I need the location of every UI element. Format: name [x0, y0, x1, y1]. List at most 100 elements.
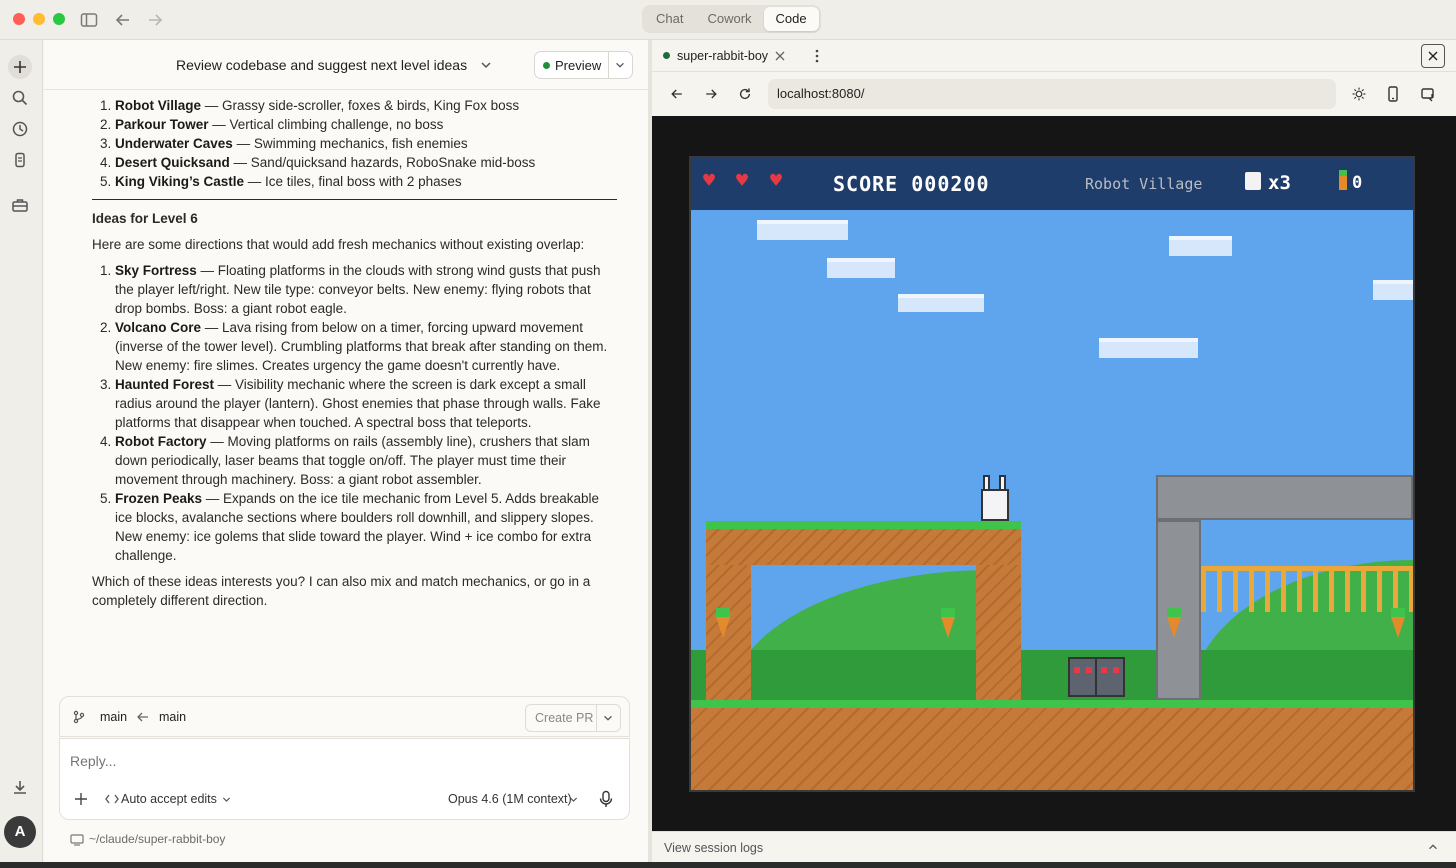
- search-icon[interactable]: [10, 88, 30, 108]
- preview-label: Preview: [555, 58, 602, 73]
- bridge-railing: [1201, 566, 1413, 612]
- cloud: [827, 258, 895, 278]
- mobile-view-icon[interactable]: [1386, 86, 1400, 102]
- level-name: Robot Village: [1085, 175, 1203, 193]
- divider: [596, 705, 597, 731]
- list-item: Volcano Core — Lava rising from below on…: [115, 318, 617, 375]
- cloud: [1169, 236, 1232, 256]
- browser-tab-title[interactable]: super-rabbit-boy: [677, 49, 768, 63]
- browser-tab-bar: super-rabbit-boy: [652, 40, 1456, 72]
- brightness-icon[interactable]: [1351, 86, 1367, 102]
- lives-icon: [1245, 172, 1261, 190]
- chat-header: Review codebase and suggest next level i…: [44, 40, 648, 90]
- reload-icon[interactable]: [737, 86, 753, 102]
- chevron-down-icon[interactable]: [568, 794, 579, 805]
- chat-panel: Review codebase and suggest next level i…: [44, 40, 648, 862]
- history-clock-icon[interactable]: [10, 119, 30, 139]
- list-item: Sky Fortress — Floating platforms in the…: [115, 261, 617, 318]
- chevron-down-icon[interactable]: [602, 712, 614, 724]
- dirt-pillar: [706, 565, 751, 700]
- download-icon[interactable]: [10, 777, 30, 797]
- grass-platform: [706, 521, 1021, 565]
- preview-button[interactable]: Preview: [534, 51, 633, 79]
- list-item: Robot Village — Grassy side-scroller, fo…: [115, 96, 617, 115]
- dirt-pillar: [976, 565, 1021, 700]
- auto-accept-dropdown[interactable]: Auto accept edits: [121, 792, 217, 806]
- forward-arrow-icon[interactable]: [703, 86, 719, 102]
- url-bar[interactable]: localhost:8080/: [768, 79, 1336, 109]
- divider: [608, 52, 609, 78]
- close-panel-button[interactable]: [1421, 44, 1445, 68]
- device-icon[interactable]: [10, 150, 30, 170]
- create-pr-label: Create PR: [535, 711, 594, 725]
- avatar[interactable]: A: [4, 816, 36, 848]
- conversation-title[interactable]: Review codebase and suggest next level i…: [176, 57, 467, 73]
- sidebar-toggle-icon[interactable]: [79, 10, 99, 30]
- mode-switcher: Chat Cowork Code: [642, 5, 821, 33]
- screenshot-icon[interactable]: [1420, 86, 1436, 102]
- game-canvas[interactable]: ♥ ♥ ♥ SCORE 000200 Robot Village x3 0: [689, 156, 1415, 792]
- tree-line: [691, 650, 1413, 700]
- create-pr-button[interactable]: Create PR: [525, 704, 621, 732]
- list-item: King Viking’s Castle — Ice tiles, final …: [115, 172, 617, 191]
- view-session-logs-link[interactable]: View session logs: [664, 841, 763, 855]
- composer: Auto accept edits Opus 4.6 (1M context): [59, 738, 630, 820]
- carrot-icon: [1339, 170, 1347, 190]
- close-window-button[interactable]: [13, 13, 25, 25]
- stone-ledge: [1156, 475, 1413, 520]
- status-dot: [543, 62, 550, 69]
- left-rail: A: [0, 40, 43, 862]
- rabbit-player: [979, 475, 1011, 521]
- section-heading: Ideas for Level 6: [92, 211, 198, 226]
- more-options-icon[interactable]: [812, 48, 822, 64]
- back-arrow-icon[interactable]: [669, 86, 685, 102]
- list-item: Haunted Forest — Visibility mechanic whe…: [115, 375, 617, 432]
- chevron-up-icon[interactable]: [1427, 841, 1439, 853]
- game-scene: [691, 210, 1413, 700]
- chevron-down-icon[interactable]: [479, 58, 493, 72]
- computer-icon: [70, 834, 84, 846]
- chevron-down-icon[interactable]: [221, 794, 232, 805]
- cloud: [1099, 338, 1198, 358]
- toolbox-icon[interactable]: [10, 195, 30, 215]
- plus-icon[interactable]: [74, 792, 88, 806]
- heart-icon: ♥: [736, 168, 749, 192]
- close-icon[interactable]: [775, 51, 785, 61]
- minimize-window-button[interactable]: [33, 13, 45, 25]
- carrot-count: 0: [1352, 173, 1363, 193]
- reply-input[interactable]: [70, 749, 610, 773]
- ideas-list: Sky Fortress — Floating platforms in the…: [92, 261, 617, 565]
- tab-code[interactable]: Code: [763, 7, 819, 31]
- microphone-icon[interactable]: [598, 790, 614, 808]
- branch-to[interactable]: main: [159, 710, 186, 724]
- plus-icon: [14, 61, 26, 73]
- back-arrow-icon[interactable]: [113, 10, 133, 30]
- assistant-message: Robot Village — Grassy side-scroller, fo…: [92, 96, 617, 617]
- ground: [691, 700, 1413, 790]
- branch-from[interactable]: main: [100, 710, 127, 724]
- git-branch-icon: [73, 710, 85, 724]
- model-selector[interactable]: Opus 4.6 (1M context): [448, 792, 572, 806]
- code-icon: [105, 794, 119, 804]
- browser-panel: super-rabbit-boy localhost:8080/ ♥ ♥ ♥ S…: [652, 40, 1456, 862]
- game-hud: ♥ ♥ ♥ SCORE 000200 Robot Village x3 0: [691, 158, 1413, 210]
- browser-viewport[interactable]: ♥ ♥ ♥ SCORE 000200 Robot Village x3 0: [652, 116, 1456, 831]
- list-item: Underwater Caves — Swimming mechanics, f…: [115, 134, 617, 153]
- closing-text: Which of these ideas interests you? I ca…: [92, 574, 591, 608]
- tab-cowork[interactable]: Cowork: [695, 7, 763, 31]
- divider: [92, 199, 617, 200]
- zoom-window-button[interactable]: [53, 13, 65, 25]
- lives-count: x3: [1268, 172, 1291, 194]
- cloud: [898, 294, 984, 312]
- ideas-intro: Here are some directions that would add …: [92, 237, 585, 252]
- cloud: [1373, 280, 1413, 300]
- session-logs-bar: View session logs: [652, 831, 1456, 862]
- forward-arrow-icon[interactable]: [145, 10, 165, 30]
- working-directory: ~/claude/super-rabbit-boy: [89, 832, 226, 846]
- chevron-down-icon[interactable]: [614, 59, 626, 71]
- robot-enemy: [1095, 657, 1125, 697]
- tab-chat[interactable]: Chat: [644, 7, 695, 31]
- close-icon: [1428, 51, 1438, 61]
- score-display: SCORE 000200: [833, 172, 990, 196]
- heart-icon: ♥: [770, 168, 783, 192]
